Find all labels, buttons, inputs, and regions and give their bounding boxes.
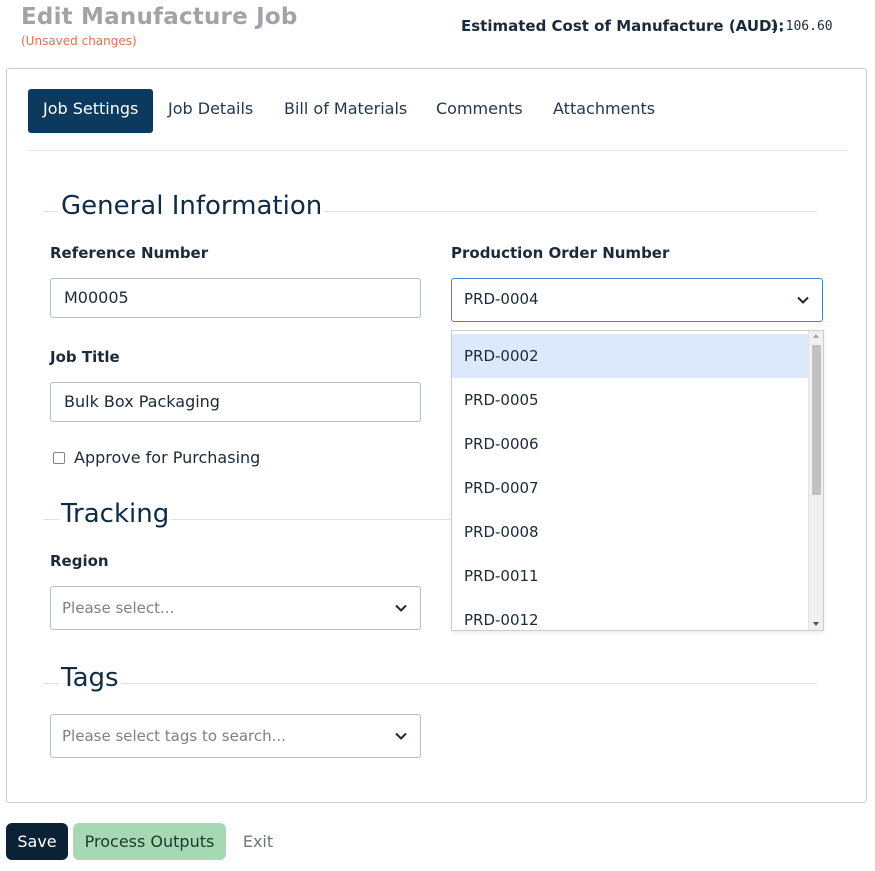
exit-button[interactable]: Exit: [236, 823, 280, 860]
dropdown-option[interactable]: PRD-0007: [452, 466, 809, 510]
dropdown-option[interactable]: PRD-0012: [452, 598, 809, 630]
dropdown-option[interactable]: PRD-0002: [452, 334, 809, 378]
approve-label: Approve for Purchasing: [74, 448, 261, 467]
dropdown-option[interactable]: PRD-0005: [452, 378, 809, 422]
general-information-section: General Information: [43, 191, 817, 221]
estimated-cost-label: Estimated Cost of Manufacture (AUD):: [461, 17, 785, 35]
dropdown-option[interactable]: PRD-0006: [452, 422, 809, 466]
production-order-label: Production Order Number: [451, 244, 670, 262]
scroll-down-arrow-icon[interactable]: [813, 622, 819, 626]
dropdown-scrollbar[interactable]: [808, 331, 823, 630]
estimated-cost-value: 1,106.60: [770, 19, 833, 34]
section-title-tracking: Tracking: [59, 499, 172, 529]
production-order-value: PRD-0004: [464, 290, 539, 308]
process-outputs-button[interactable]: Process Outputs: [73, 823, 226, 860]
section-title-tags: Tags: [59, 663, 121, 693]
tab-job-settings[interactable]: Job Settings: [28, 89, 154, 133]
save-button[interactable]: Save: [6, 823, 68, 860]
checkbox-box[interactable]: [53, 451, 65, 464]
chevron-down-icon: [797, 296, 809, 304]
reference-number-input[interactable]: M00005: [50, 278, 421, 318]
tags-select[interactable]: Please select tags to search...: [50, 714, 421, 758]
section-divider: [43, 683, 817, 684]
job-title-input[interactable]: Bulk Box Packaging: [50, 382, 421, 422]
scroll-up-arrow-icon[interactable]: [813, 334, 819, 338]
tab-job-details[interactable]: Job Details: [168, 89, 253, 133]
tab-bill-of-materials[interactable]: Bill of Materials: [284, 89, 407, 133]
tags-placeholder: Please select tags to search...: [62, 727, 286, 745]
production-order-dropdown: PRD-0002 PRD-0005 PRD-0006 PRD-0007 PRD-…: [451, 330, 824, 631]
unsaved-indicator: (Unsaved changes): [21, 34, 137, 48]
section-title-general: General Information: [59, 191, 325, 221]
region-label: Region: [50, 552, 109, 570]
dropdown-option[interactable]: PRD-0008: [452, 510, 809, 554]
page-title: Edit Manufacture Job: [21, 4, 298, 30]
production-order-select[interactable]: PRD-0004: [451, 278, 823, 322]
tab-comments[interactable]: Comments: [436, 89, 523, 133]
approve-for-purchasing-checkbox[interactable]: Approve for Purchasing: [53, 448, 260, 467]
tab-bar: Job Settings Job Details Bill of Materia…: [27, 89, 848, 151]
dropdown-option[interactable]: PRD-0011: [452, 554, 809, 598]
chevron-down-icon: [395, 732, 407, 740]
scroll-thumb[interactable]: [812, 345, 821, 495]
job-title-label: Job Title: [50, 348, 120, 366]
chevron-down-icon: [395, 604, 407, 612]
region-placeholder: Please select...: [62, 599, 175, 617]
reference-number-label: Reference Number: [50, 244, 209, 262]
region-select[interactable]: Please select...: [50, 586, 421, 630]
tab-attachments[interactable]: Attachments: [553, 89, 655, 133]
tags-section: Tags: [43, 663, 817, 693]
